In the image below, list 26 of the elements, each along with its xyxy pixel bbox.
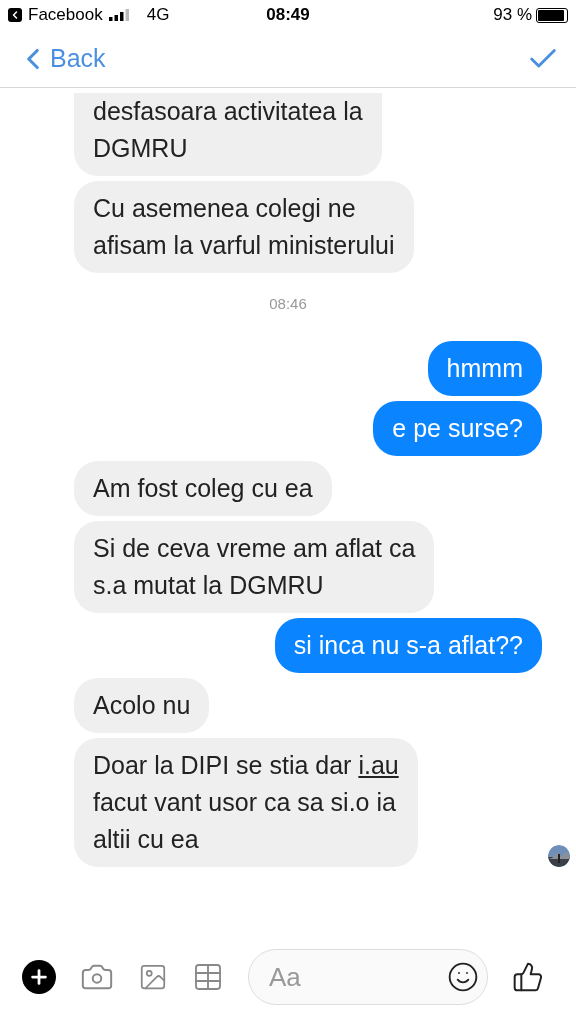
message-bubble: Doar la DIPI se stia dar i.au facut vant usor ca sa si.o ia altii cu ea bbox=[74, 737, 418, 867]
battery-percentage: 93 % bbox=[493, 4, 532, 27]
add-button[interactable] bbox=[22, 960, 56, 994]
battery-icon bbox=[536, 7, 568, 23]
message-input[interactable]: Aa bbox=[269, 957, 447, 997]
network-type: 4G bbox=[146, 4, 170, 27]
emoji-icon[interactable] bbox=[447, 961, 479, 993]
clock: 08:49 bbox=[266, 4, 310, 27]
message-bubble: si inca nu s-a aflat?? bbox=[274, 617, 542, 673]
message-bubble: Acolo nu bbox=[74, 677, 210, 733]
message-field[interactable]: Aa bbox=[248, 949, 488, 1005]
back-app-icon[interactable] bbox=[8, 8, 22, 22]
thumbs-up-icon[interactable] bbox=[512, 961, 544, 993]
message-link[interactable]: i.au bbox=[358, 750, 399, 779]
back-app-label[interactable]: Facebook bbox=[28, 2, 103, 28]
message-bubble: Cu asemenea colegi ne afisam la varful ministerului bbox=[74, 181, 414, 273]
message-bubble: hmmm bbox=[427, 340, 542, 396]
message-bubble: desfasoara activitatea la DGMRU bbox=[74, 93, 382, 176]
message-bubble: Si de ceva vreme am aflat ca s.a mutat la DGMRU bbox=[74, 520, 435, 613]
table-icon[interactable] bbox=[192, 961, 224, 993]
signal-icon bbox=[108, 9, 131, 21]
image-icon[interactable] bbox=[138, 962, 168, 992]
message-bubble: e pe surse? bbox=[373, 400, 542, 456]
plus-icon bbox=[28, 966, 50, 988]
timestamp: 08:46 bbox=[269, 294, 307, 314]
message-bubble: Am fost coleg cu ea bbox=[74, 460, 332, 516]
